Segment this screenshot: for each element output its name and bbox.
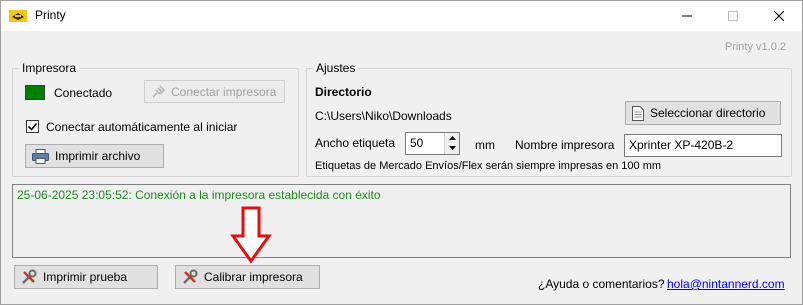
connect-printer-label: Conectar impresora bbox=[171, 84, 277, 99]
plug-icon bbox=[152, 84, 165, 98]
auto-connect-label: Conectar automáticamente al iniciar bbox=[46, 120, 238, 134]
label-width-value: 50 bbox=[410, 136, 424, 150]
connection-status-label: Conectado bbox=[54, 86, 113, 100]
select-directory-button[interactable]: Seleccionar directorio bbox=[625, 101, 781, 125]
title-bar: Printy bbox=[1, 1, 802, 31]
red-arrow-down-icon bbox=[230, 206, 272, 264]
checkmark-icon bbox=[27, 122, 38, 131]
label-width-label: Ancho etiqueta bbox=[315, 136, 396, 150]
printer-name-field[interactable]: Xprinter XP-420B-2 bbox=[624, 134, 782, 157]
select-directory-label: Seleccionar directorio bbox=[650, 106, 766, 120]
log-output[interactable]: 25-06-2025 23:05:52: Conexión a la impre… bbox=[12, 184, 791, 258]
tools-icon bbox=[22, 269, 37, 284]
settings-note: Etiquetas de Mercado Envíos/Flex serán s… bbox=[315, 160, 662, 172]
auto-connect-checkbox[interactable] bbox=[26, 120, 39, 133]
stepper-down-icon[interactable] bbox=[445, 143, 459, 153]
log-message: 25-06-2025 23:05:52: Conexión a la impre… bbox=[17, 188, 381, 202]
printer-name-label: Nombre impresora bbox=[515, 138, 615, 152]
tools-icon bbox=[183, 269, 198, 284]
settings-group-legend: Ajustes bbox=[313, 61, 359, 75]
label-width-unit: mm bbox=[475, 138, 495, 152]
label-width-stepper[interactable] bbox=[444, 133, 459, 154]
close-button[interactable] bbox=[756, 1, 802, 31]
stepper-up-icon[interactable] bbox=[445, 133, 459, 143]
test-print-label: Imprimir prueba bbox=[43, 270, 128, 284]
print-file-button[interactable]: Imprimir archivo bbox=[25, 144, 164, 168]
printy-logo-icon bbox=[9, 10, 27, 22]
connect-printer-button[interactable]: Conectar impresora bbox=[144, 80, 285, 103]
maximize-button[interactable] bbox=[710, 1, 756, 31]
contact-email-link[interactable]: hola@nintannerd.com bbox=[667, 277, 785, 291]
printer-name-value: Xprinter XP-420B-2 bbox=[629, 138, 734, 152]
version-label: Printy v1.0.2 bbox=[724, 41, 786, 53]
maximize-icon bbox=[728, 11, 738, 21]
window-title: Printy bbox=[35, 8, 66, 22]
minimize-icon bbox=[682, 15, 692, 17]
help-text: ¿Ayuda o comentarios? bbox=[538, 277, 665, 291]
directory-heading: Directorio bbox=[315, 85, 372, 99]
minimize-button[interactable] bbox=[664, 1, 710, 31]
print-file-label: Imprimir archivo bbox=[55, 149, 141, 163]
printer-group-legend: Impresora bbox=[19, 61, 80, 75]
close-icon bbox=[774, 11, 784, 21]
directory-path: C:\Users\Niko\Downloads bbox=[315, 109, 452, 123]
printer-icon bbox=[32, 148, 49, 164]
app-window: Printy Printy v1.0.2 Impresora Conectado… bbox=[0, 0, 803, 305]
document-icon bbox=[632, 105, 644, 121]
connection-status-indicator bbox=[25, 85, 45, 100]
calibrate-printer-button[interactable]: Calibrar impresora bbox=[175, 265, 320, 289]
calibrate-printer-label: Calibrar impresora bbox=[204, 270, 303, 284]
test-print-button[interactable]: Imprimir prueba bbox=[14, 265, 158, 289]
